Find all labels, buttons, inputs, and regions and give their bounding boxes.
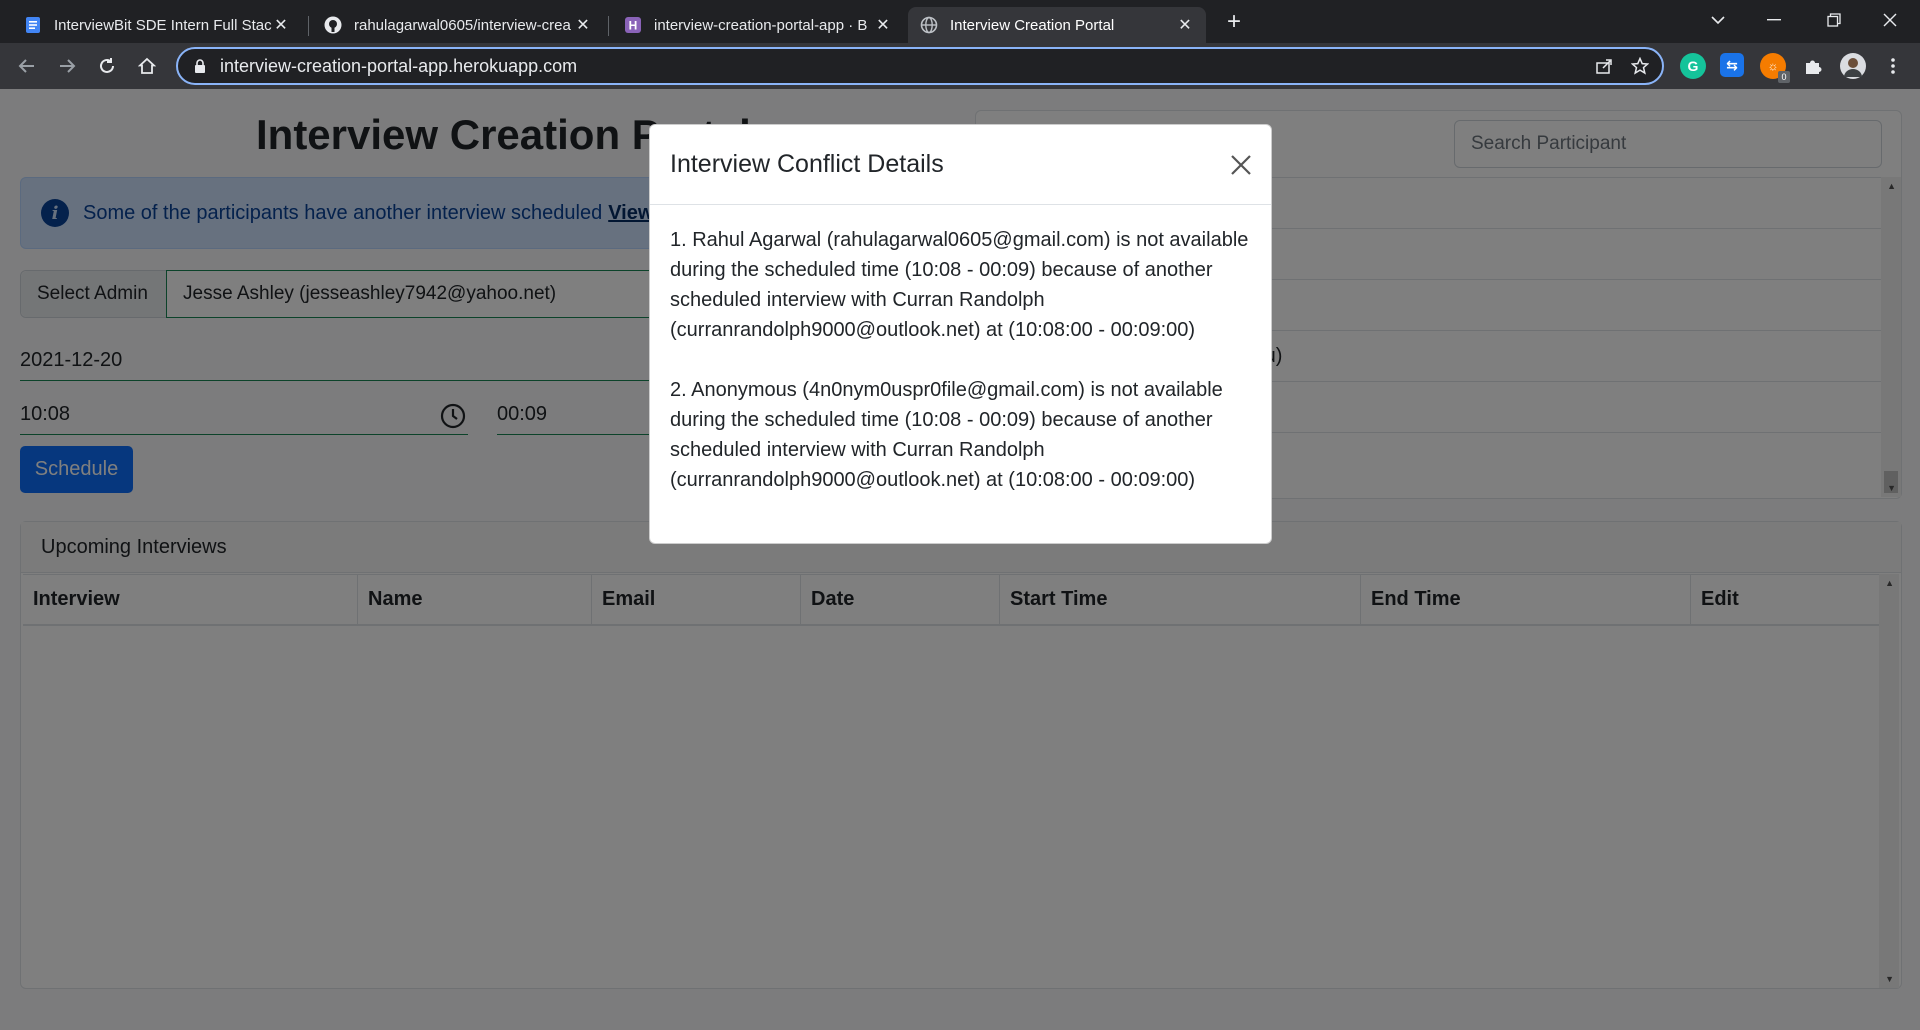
address-bar[interactable]: interview-creation-portal-app.herokuapp.… xyxy=(176,47,1664,85)
globe-icon xyxy=(920,16,938,34)
tab-title: interview-creation-portal-app · B xyxy=(654,16,868,34)
share-icon[interactable] xyxy=(1590,52,1618,80)
bookmark-star-icon[interactable] xyxy=(1626,52,1654,80)
profile-avatar[interactable] xyxy=(1840,53,1866,79)
modal-title: Interview Conflict Details xyxy=(670,150,944,178)
browser-tab-3[interactable]: H interview-creation-portal-app · B ✕ xyxy=(612,7,904,43)
docs-icon xyxy=(24,16,42,34)
tab-divider xyxy=(308,16,309,36)
forward-arrow-icon[interactable] xyxy=(52,51,82,81)
back-arrow-icon[interactable] xyxy=(12,51,42,81)
minimize-icon[interactable] xyxy=(1746,0,1802,40)
browser-tab-bar: InterviewBit SDE Intern Full Stack ✕ rah… xyxy=(0,0,1920,43)
home-icon[interactable] xyxy=(132,51,162,81)
browser-toolbar: interview-creation-portal-app.herokuapp.… xyxy=(0,43,1920,89)
github-icon xyxy=(324,16,342,34)
url-text: interview-creation-portal-app.herokuapp.… xyxy=(220,55,578,76)
browser-tab-4-active[interactable]: Interview Creation Portal ✕ xyxy=(908,7,1206,43)
modal-body: 1. Rahul Agarwal (rahulagarwal0605@gmail… xyxy=(650,205,1271,495)
conflict-item: 1. Rahul Agarwal (rahulagarwal0605@gmail… xyxy=(670,229,1249,341)
browser-menu-icon[interactable] xyxy=(1880,53,1906,79)
restore-icon[interactable] xyxy=(1806,0,1862,40)
extensions-puzzle-icon[interactable] xyxy=(1800,53,1826,79)
browser-tab-1[interactable]: InterviewBit SDE Intern Full Stack ✕ xyxy=(12,7,302,43)
tab-title: rahulagarwal0605/interview-crea xyxy=(354,16,571,34)
tab-search-chevron-icon[interactable] xyxy=(1690,0,1746,40)
close-icon[interactable] xyxy=(1227,151,1255,179)
tab-title: Interview Creation Portal xyxy=(950,16,1115,34)
window-close-icon[interactable] xyxy=(1862,0,1918,40)
browser-tab-2[interactable]: rahulagarwal0605/interview-crea ✕ xyxy=(312,7,604,43)
lock-icon[interactable] xyxy=(192,59,208,73)
reload-icon[interactable] xyxy=(92,51,122,81)
tab-title: InterviewBit SDE Intern Full Stack xyxy=(54,16,272,34)
close-tab-icon[interactable]: ✕ xyxy=(1176,16,1194,34)
heroku-icon: H xyxy=(624,16,642,34)
close-tab-icon[interactable]: ✕ xyxy=(574,16,592,34)
conflict-item: 2. Anonymous (4n0nym0uspr0file@gmail.com… xyxy=(670,379,1223,491)
tab-divider xyxy=(608,16,609,36)
grammarly-extension-icon[interactable]: G xyxy=(1680,53,1706,79)
new-tab-plus-icon[interactable]: + xyxy=(1220,8,1248,36)
extension-badge: 0 xyxy=(1778,71,1790,83)
extension-screen-icon[interactable]: ⇆ xyxy=(1720,53,1744,77)
close-tab-icon[interactable]: ✕ xyxy=(874,16,892,34)
close-tab-icon[interactable]: ✕ xyxy=(272,16,290,34)
conflict-details-modal: Interview Conflict Details 1. Rahul Agar… xyxy=(649,124,1272,544)
rss-extension-icon[interactable]: ☼ 0 xyxy=(1760,53,1790,83)
svg-text:H: H xyxy=(629,19,638,33)
modal-header: Interview Conflict Details xyxy=(650,125,1271,205)
